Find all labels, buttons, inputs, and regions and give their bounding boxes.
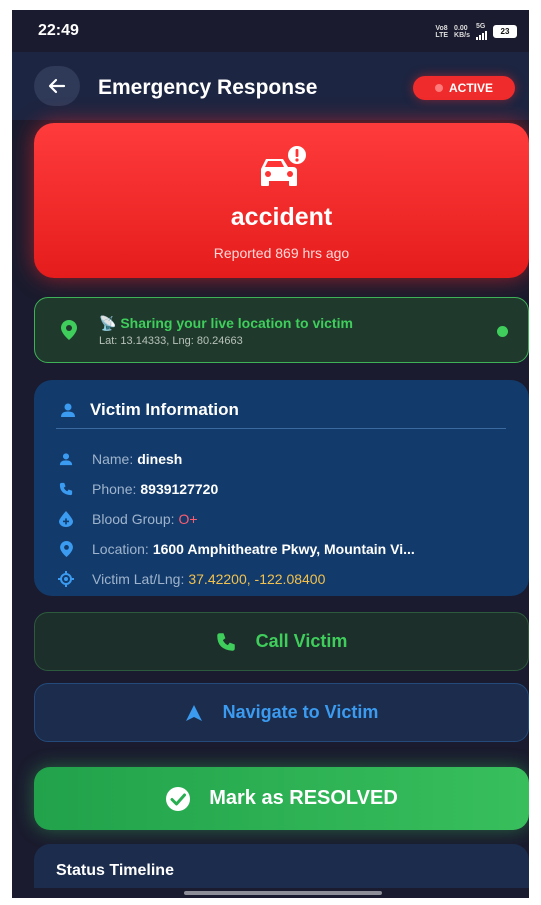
signal-strength-icon: 5G: [476, 23, 487, 40]
phone-screen: 22:49 Vo8 LTE 0.00 KB/s 5G 23 Emergency …: [12, 10, 529, 898]
navigation-arrow-icon: [185, 704, 202, 721]
blood-group-label: Blood Group:: [92, 511, 175, 527]
mark-resolved-button[interactable]: Mark as RESOLVED: [34, 767, 529, 830]
call-victim-label: Call Victim: [255, 631, 348, 651]
phone-icon: [59, 482, 73, 496]
location-label: Location:: [92, 541, 149, 557]
back-button[interactable]: [34, 66, 80, 106]
phone-label: Phone:: [92, 481, 137, 497]
victim-latlng-row: Victim Lat/Lng: 37.42200, -122.08400: [58, 568, 325, 590]
victim-blood-row: Blood Group: O+: [58, 508, 198, 530]
call-victim-button[interactable]: Call Victim: [34, 612, 529, 671]
victim-phone-row: Phone: 8939127720: [58, 478, 218, 500]
live-indicator-dot: [497, 326, 508, 337]
blood-drop-icon: [59, 511, 73, 527]
divider: [56, 428, 506, 429]
victim-name-row: Name: dinesh: [58, 448, 182, 470]
my-coordinates: Lat: 13.14333, Lng: 80.24663: [99, 335, 243, 347]
victim-information-card: Victim Information Name: dinesh Phone: 8…: [34, 380, 529, 596]
victim-location-row: Location: 1600 Amphitheatre Pkwy, Mounta…: [58, 538, 415, 560]
victim-location: 1600 Amphitheatre Pkwy, Mountain Vi...: [152, 541, 415, 557]
victim-name: dinesh: [137, 451, 183, 467]
system-nav-bar: [12, 888, 529, 898]
status-bar: 22:49 Vo8 LTE 0.00 KB/s 5G 23: [12, 10, 529, 52]
network-type: Vo8 LTE: [435, 24, 449, 39]
location-pin-icon: [61, 320, 77, 340]
location-sharing-card: 📡 Sharing your live location to victim L…: [34, 297, 529, 363]
location-pin-icon: [59, 541, 73, 557]
phone-icon: [216, 632, 235, 651]
arrow-left-icon: [48, 78, 66, 94]
status-icons: Vo8 LTE 0.00 KB/s 5G 23: [435, 23, 517, 40]
active-dot-icon: [434, 84, 443, 92]
victim-phone: 8939127720: [140, 481, 219, 497]
latlng-label: Victim Lat/Lng:: [92, 571, 185, 587]
navigate-victim-label: Navigate to Victim: [222, 702, 379, 722]
name-label: Name:: [92, 451, 134, 467]
network-speed: 0.00 KB/s: [454, 24, 470, 39]
status-time: 22:49: [38, 22, 79, 39]
gps-target-icon: [58, 571, 74, 587]
person-icon: [61, 403, 75, 417]
check-circle-icon: [166, 786, 191, 811]
emergency-type: accident: [230, 203, 333, 231]
battery-icon: 23: [493, 25, 517, 38]
car-crash-icon: [261, 146, 306, 186]
mark-resolved-label: Mark as RESOLVED: [209, 787, 398, 809]
app-bar: Emergency Response ACTIVE: [12, 52, 529, 120]
victim-blood-group: O+: [178, 511, 198, 527]
reported-time: Reported 869 hrs ago: [213, 245, 350, 261]
navigate-victim-button[interactable]: Navigate to Victim: [34, 683, 529, 742]
status-timeline-title: Status Timeline: [56, 862, 174, 879]
page-title: Emergency Response: [98, 76, 318, 99]
status-badge-label: ACTIVE: [448, 81, 493, 95]
victim-info-heading: Victim Information: [90, 400, 239, 419]
location-sharing-title: 📡 Sharing your live location to victim: [99, 315, 353, 331]
person-icon: [59, 453, 73, 466]
emergency-type-card: accident Reported 869 hrs ago: [34, 123, 529, 278]
status-badge: ACTIVE: [413, 76, 515, 100]
victim-latlng: 37.42200, -122.08400: [188, 571, 326, 587]
home-gesture-handle[interactable]: [184, 891, 382, 895]
